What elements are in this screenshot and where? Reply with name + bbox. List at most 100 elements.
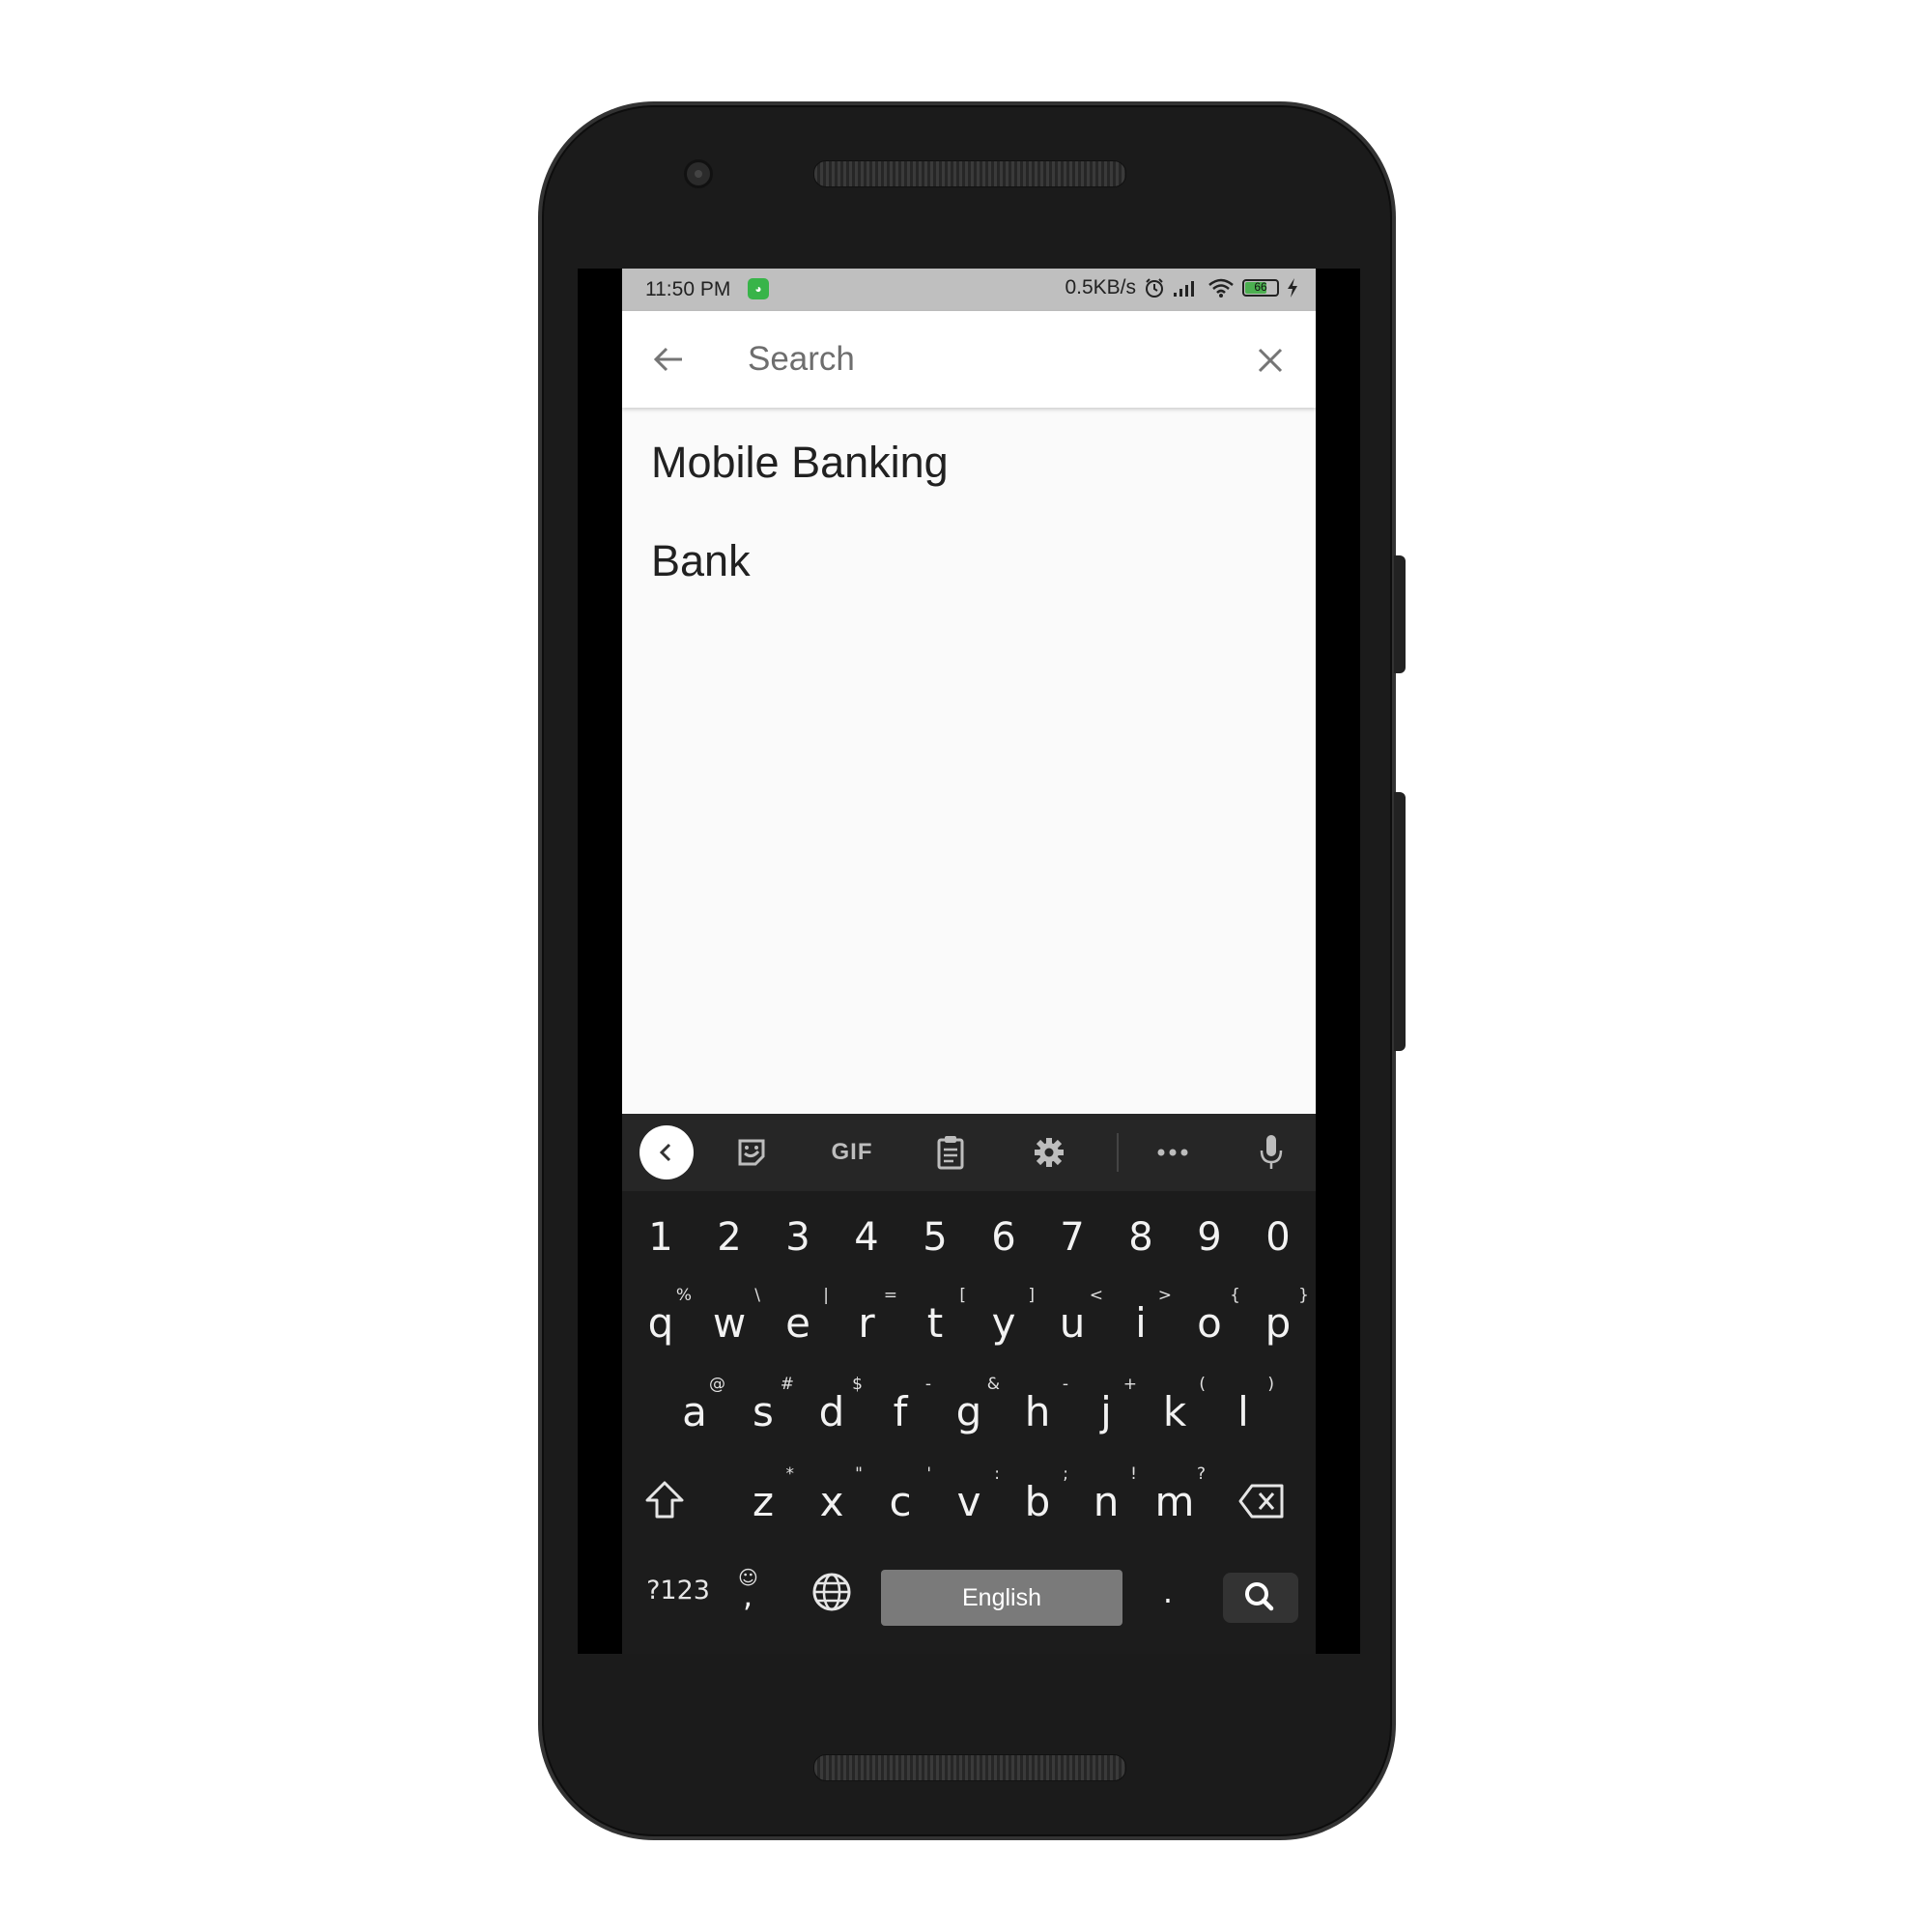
key-7[interactable]: 7	[1043, 1215, 1101, 1260]
key-label: i	[1135, 1299, 1147, 1347]
network-speed: 0.5KB/s	[1065, 276, 1136, 298]
key-label: z	[752, 1478, 775, 1525]
front-camera	[684, 159, 713, 188]
key-hint: @	[709, 1375, 725, 1394]
key-label: a	[682, 1388, 707, 1435]
key-9[interactable]: 9	[1180, 1215, 1238, 1260]
key-q[interactable]: q%	[632, 1286, 692, 1347]
key-t[interactable]: t[	[906, 1286, 966, 1347]
key-m[interactable]: m?	[1146, 1464, 1206, 1525]
key-u[interactable]: u <	[1043, 1286, 1103, 1347]
key-label: y	[991, 1299, 1016, 1347]
arrow-back-icon[interactable]	[649, 340, 688, 379]
key-d[interactable]: d $	[803, 1375, 863, 1435]
battery-icon: 66	[1242, 279, 1279, 297]
search-action-key[interactable]	[1223, 1573, 1298, 1623]
search-input[interactable]	[748, 334, 1231, 384]
key-label: x	[819, 1478, 844, 1525]
key-hint: +	[1122, 1375, 1137, 1394]
key-hint: ;	[1063, 1464, 1068, 1484]
backspace-icon	[1238, 1484, 1284, 1519]
space-bar[interactable]: English	[881, 1570, 1122, 1626]
key-hint: %	[675, 1286, 692, 1305]
key-3[interactable]: 3	[769, 1215, 827, 1260]
result-item-mobile-banking[interactable]: Mobile Banking	[622, 413, 1316, 512]
close-icon[interactable]	[1256, 346, 1285, 375]
key-z[interactable]: z *	[734, 1464, 794, 1525]
key-l[interactable]: l)	[1214, 1375, 1274, 1435]
search-icon	[1245, 1582, 1274, 1611]
shift-key[interactable]	[636, 1480, 694, 1530]
key-c[interactable]: c '	[871, 1464, 931, 1525]
backspace-key[interactable]	[1233, 1482, 1291, 1529]
key-label: u	[1059, 1299, 1086, 1347]
bottom-speaker	[813, 1754, 1126, 1781]
globe-icon[interactable]	[810, 1572, 853, 1622]
key-label: t	[926, 1299, 944, 1347]
key-hint: ]	[1028, 1286, 1035, 1305]
key-r[interactable]: r =	[838, 1286, 897, 1347]
key-i[interactable]: i >	[1112, 1286, 1172, 1347]
key-hint: [	[959, 1286, 966, 1305]
key-8[interactable]: 8	[1112, 1215, 1170, 1260]
key-hint: :	[994, 1464, 1000, 1484]
key-a[interactable]: a @	[666, 1375, 725, 1435]
wifi-icon	[1208, 278, 1234, 298]
key-label: c	[889, 1478, 912, 1525]
key-s[interactable]: s #	[734, 1375, 794, 1435]
period-key[interactable]: .	[1153, 1574, 1182, 1610]
key-label: d	[818, 1388, 845, 1435]
key-x[interactable]: x "	[803, 1464, 863, 1525]
clipboard-icon[interactable]	[929, 1131, 972, 1174]
microphone-icon[interactable]	[1250, 1131, 1293, 1174]
gear-icon[interactable]	[1028, 1131, 1070, 1174]
key-1[interactable]: 1	[632, 1215, 690, 1260]
key-w[interactable]: w \	[700, 1286, 760, 1347]
soft-keyboard: GIF 1 2 3 4 5 6 7 8 9 0 q % w \ e | r = …	[622, 1114, 1316, 1654]
key-6[interactable]: 6	[975, 1215, 1033, 1260]
result-item-bank[interactable]: Bank	[622, 512, 1316, 611]
key-hint: <	[1089, 1286, 1103, 1305]
key-label: p	[1264, 1299, 1292, 1347]
symbols-key[interactable]: ?123	[639, 1576, 717, 1605]
key-hint: '	[926, 1464, 931, 1484]
key-g[interactable]: g &	[940, 1375, 1000, 1435]
key-e[interactable]: e |	[769, 1286, 829, 1347]
key-hint: ?	[1196, 1464, 1206, 1484]
key-p[interactable]: p}	[1249, 1286, 1309, 1347]
key-hint: -	[1062, 1375, 1068, 1394]
battery-level: 66	[1254, 280, 1267, 294]
key-j[interactable]: j +	[1077, 1375, 1137, 1435]
key-y[interactable]: y]	[975, 1286, 1035, 1347]
key-b[interactable]: b;	[1009, 1464, 1068, 1525]
key-h[interactable]: h-	[1009, 1375, 1068, 1435]
key-hint: {	[1230, 1286, 1240, 1305]
key-n[interactable]: n!	[1077, 1464, 1137, 1525]
key-2[interactable]: 2	[700, 1215, 758, 1260]
key-hint: "	[855, 1464, 863, 1484]
sticker-icon[interactable]	[730, 1131, 773, 1174]
key-label: g	[955, 1388, 982, 1435]
key-f[interactable]: f-	[871, 1375, 931, 1435]
key-hint: )	[1267, 1375, 1274, 1394]
key-label: h	[1024, 1388, 1051, 1435]
key-0[interactable]: 0	[1249, 1215, 1307, 1260]
key-label: n	[1093, 1478, 1120, 1525]
gif-button[interactable]: GIF	[823, 1131, 881, 1174]
key-4[interactable]: 4	[838, 1215, 895, 1260]
charging-icon	[1288, 278, 1297, 298]
key-o[interactable]: o{	[1180, 1286, 1240, 1347]
key-hint: !	[1130, 1464, 1137, 1484]
key-5[interactable]: 5	[906, 1215, 964, 1260]
chevron-left-icon[interactable]	[639, 1125, 694, 1179]
power-button	[1394, 555, 1406, 673]
more-icon[interactable]	[1151, 1131, 1194, 1174]
key-label: k	[1162, 1388, 1187, 1435]
key-label: v	[956, 1478, 981, 1525]
key-label: j	[1100, 1388, 1112, 1435]
key-label: f	[893, 1388, 908, 1435]
screen: 11:50 PM ◕ 0.5KB/s 66 Search Mobile Bank…	[622, 269, 1316, 1654]
keyboard-toolbar: GIF	[622, 1114, 1316, 1191]
key-k[interactable]: k(	[1146, 1375, 1206, 1435]
key-v[interactable]: v:	[940, 1464, 1000, 1525]
